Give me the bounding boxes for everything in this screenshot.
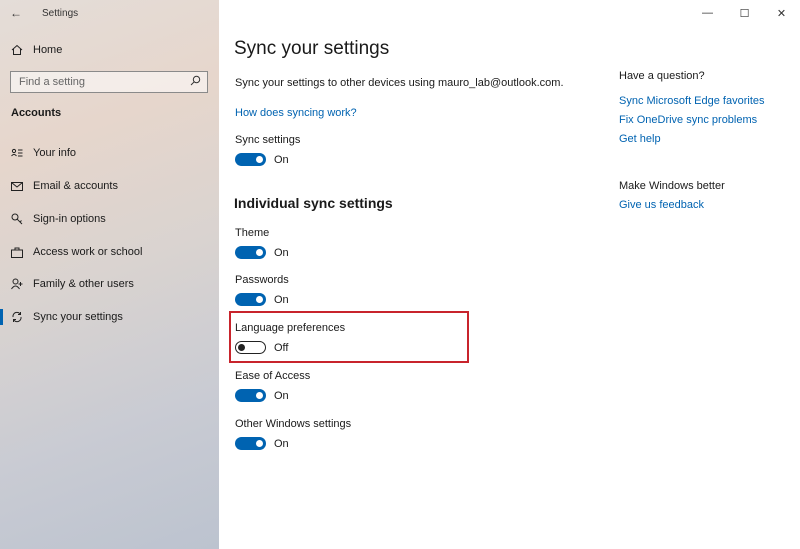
toggle-state: On	[274, 153, 289, 166]
passwords-toggle[interactable]	[235, 293, 266, 306]
other-windows-settings-toggle[interactable]	[235, 437, 266, 450]
sidebar-item-label: Email & accounts	[33, 180, 118, 192]
how-syncing-works-link[interactable]: How does syncing work?	[235, 107, 357, 119]
highlight-box	[229, 311, 469, 363]
fix-onedrive-sync-link[interactable]: Fix OneDrive sync problems	[619, 114, 757, 126]
sidebar-item-label: Home	[33, 44, 63, 56]
maximize-button[interactable]: ☐	[726, 0, 763, 26]
sidebar-item-family-users[interactable]: Family & other users	[0, 271, 219, 297]
give-feedback-link[interactable]: Give us feedback	[619, 199, 704, 211]
sync-settings-toggle[interactable]	[235, 153, 266, 166]
sidebar: ← Settings Home Accounts Your info Email…	[0, 0, 219, 549]
toggle-state: Off	[274, 341, 289, 354]
app-title: Settings	[42, 7, 79, 19]
sync-description: Sync your settings to other devices usin…	[235, 77, 564, 89]
back-arrow-icon[interactable]: ←	[0, 6, 32, 20]
language-preferences-label: Language preferences	[235, 322, 346, 334]
page-title: Sync your settings	[234, 38, 390, 59]
sync-settings-toggle-row: On	[235, 153, 289, 166]
sidebar-item-your-info[interactable]: Your info	[0, 140, 219, 166]
sidebar-item-email-accounts[interactable]: Email & accounts	[0, 173, 219, 199]
theme-toggle[interactable]	[235, 246, 266, 259]
person-add-icon	[0, 278, 33, 290]
sidebar-item-sync-settings[interactable]: Sync your settings	[0, 304, 219, 330]
theme-label: Theme	[235, 227, 270, 239]
section-title: Accounts	[11, 107, 62, 119]
minimize-button[interactable]: —	[689, 0, 726, 26]
individual-sync-heading: Individual sync settings	[234, 195, 393, 211]
sidebar-item-sign-in-options[interactable]: Sign-in options	[0, 206, 219, 232]
search-input[interactable]	[19, 76, 179, 88]
ease-of-access-label: Ease of Access	[235, 370, 311, 382]
toggle-state: On	[274, 293, 289, 306]
sidebar-item-access-work[interactable]: Access work or school	[0, 239, 219, 265]
question-heading: Have a question?	[619, 70, 705, 82]
ease-of-access-toggle-row: On	[235, 389, 289, 402]
sidebar-item-label: Access work or school	[33, 246, 143, 258]
briefcase-icon	[0, 247, 33, 258]
language-preferences-toggle[interactable]	[235, 341, 266, 354]
sidebar-item-label: Sign-in options	[33, 213, 106, 225]
other-windows-settings-label: Other Windows settings	[235, 418, 352, 430]
other-windows-settings-toggle-row: On	[235, 437, 289, 450]
sync-edge-favorites-link[interactable]: Sync Microsoft Edge favorites	[619, 95, 765, 107]
home-icon	[0, 44, 33, 56]
passwords-toggle-row: On	[235, 293, 289, 306]
person-card-icon	[0, 148, 33, 158]
search-icon[interactable]	[190, 75, 201, 89]
toggle-state: On	[274, 389, 289, 402]
language-preferences-toggle-row: Off	[235, 341, 288, 354]
sidebar-item-label: Sync your settings	[33, 311, 123, 323]
sync-settings-label: Sync settings	[235, 134, 301, 146]
toggle-state: On	[274, 246, 289, 259]
passwords-label: Passwords	[235, 274, 289, 286]
main-content: — ☐ ✕ Sync your settings Sync your setti…	[219, 0, 800, 549]
close-button[interactable]: ✕	[763, 0, 800, 26]
window-controls: — ☐ ✕	[689, 0, 800, 26]
search-box[interactable]	[10, 71, 208, 93]
theme-toggle-row: On	[235, 246, 289, 259]
toggle-state: On	[274, 437, 289, 450]
sync-icon	[0, 311, 33, 323]
ease-of-access-toggle[interactable]	[235, 389, 266, 402]
title-bar: ← Settings	[0, 0, 219, 26]
email-icon	[0, 181, 33, 191]
sidebar-item-home[interactable]: Home	[0, 38, 219, 62]
get-help-link[interactable]: Get help	[619, 133, 661, 145]
sidebar-item-label: Your info	[33, 147, 77, 159]
key-icon	[0, 213, 33, 225]
make-windows-better-heading: Make Windows better	[619, 180, 725, 192]
sidebar-item-label: Family & other users	[33, 278, 134, 290]
